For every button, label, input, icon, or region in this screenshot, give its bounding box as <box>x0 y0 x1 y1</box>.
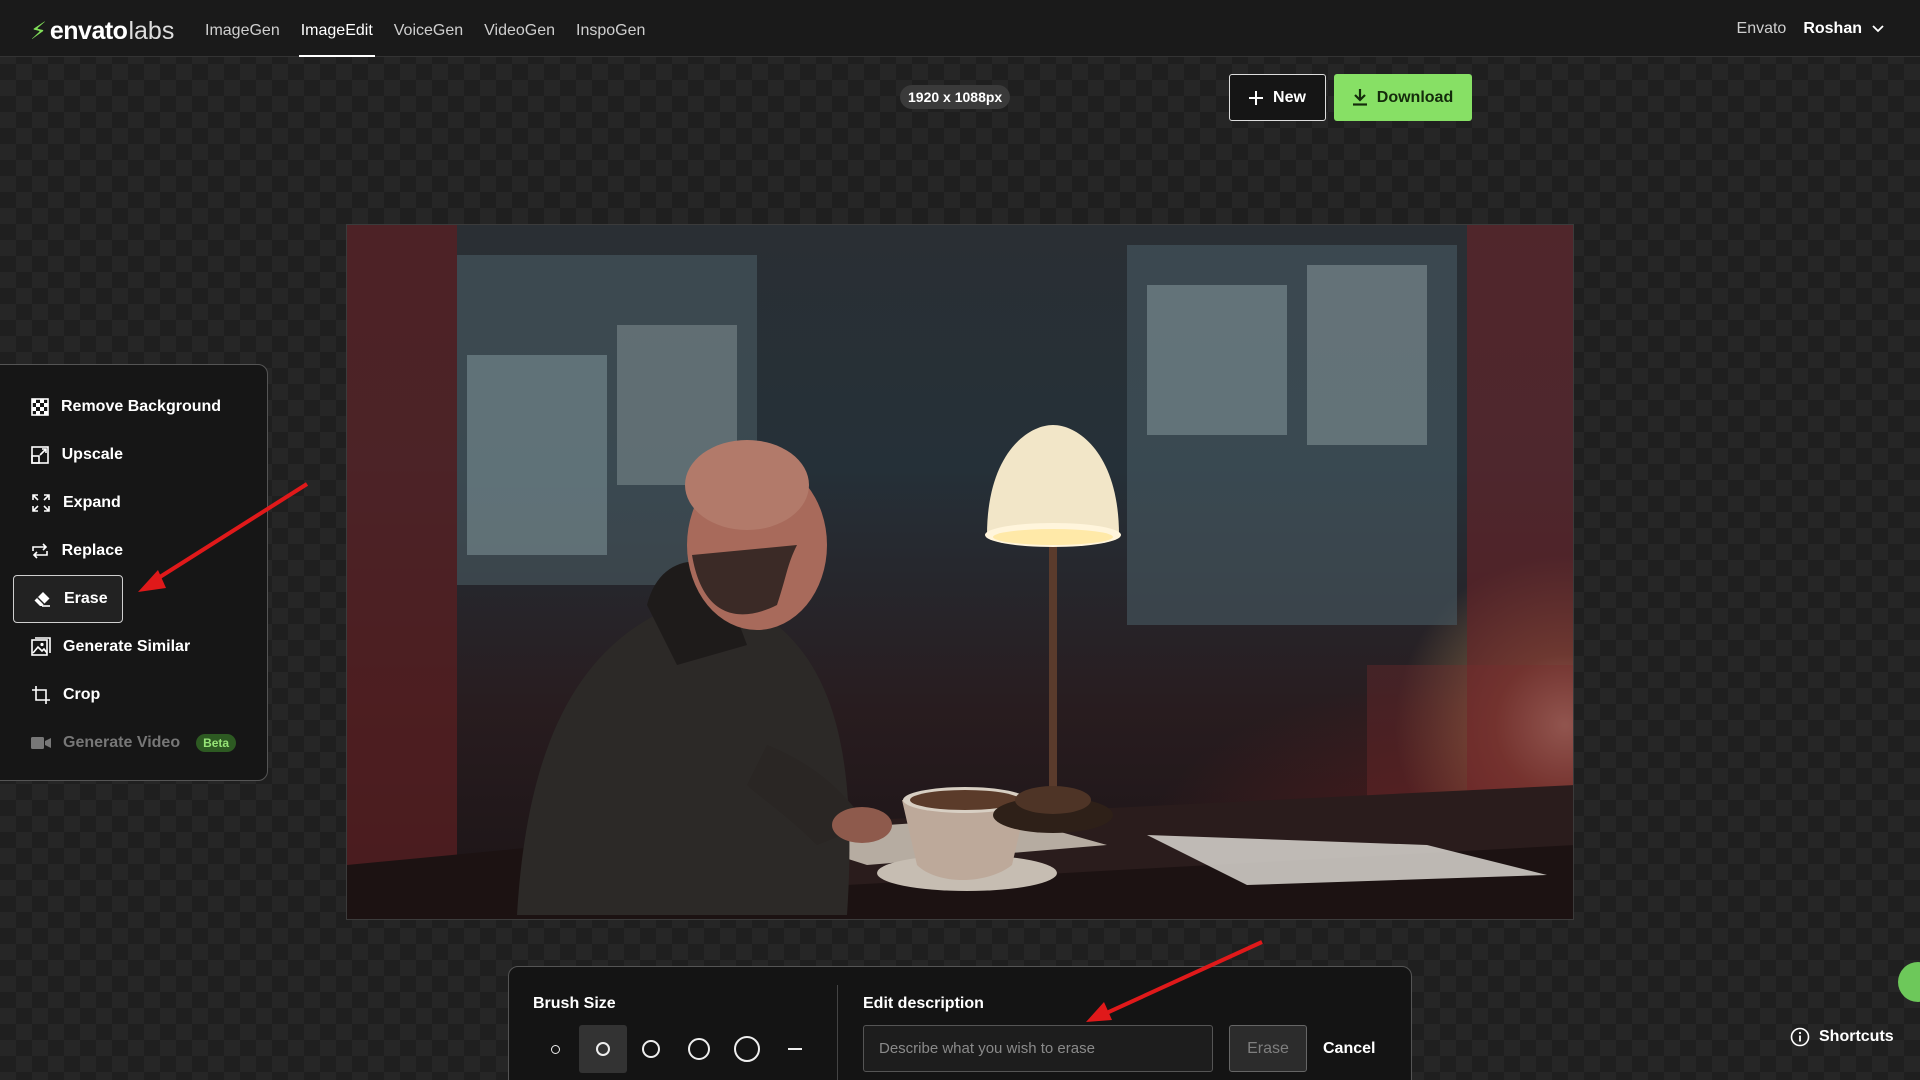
top-bar: ⚡ envato labs ImageGen ImageEdit VoiceGe… <box>0 0 1920 57</box>
nav-inspogen[interactable]: InspoGen <box>574 0 647 57</box>
shortcuts-button[interactable]: Shortcuts <box>1790 1027 1894 1047</box>
crop-icon <box>31 685 51 705</box>
checkerboard-icon <box>31 397 49 417</box>
download-button[interactable]: Download <box>1334 74 1472 121</box>
user-menu[interactable]: Roshan <box>1803 20 1884 38</box>
brush-size-xs[interactable] <box>531 1025 579 1073</box>
expand-icon <box>31 493 51 513</box>
main-nav: ImageGen ImageEdit VoiceGen VideoGen Ins… <box>203 0 647 57</box>
brush-size-label: Brush Size <box>533 995 616 1012</box>
envato-labs-logo[interactable]: ⚡ envato labs <box>30 17 174 46</box>
editable-image-canvas[interactable] <box>346 224 1574 920</box>
nav-voicegen[interactable]: VoiceGen <box>392 0 465 57</box>
nav-imagegen[interactable]: ImageGen <box>203 0 282 57</box>
erase-options-panel: Brush Size Edit description Erase Cancel <box>508 966 1412 1080</box>
tool-label: Upscale <box>61 446 123 463</box>
brush-size-xl[interactable] <box>723 1025 771 1073</box>
new-button[interactable]: New <box>1229 74 1326 121</box>
eraser-icon <box>32 589 52 609</box>
tool-label: Remove Background <box>61 398 222 415</box>
tool-label: Generate Video <box>63 734 181 751</box>
tool-label: Replace <box>61 542 123 559</box>
tool-expand[interactable]: Expand <box>13 479 123 527</box>
tool-remove-background[interactable]: Remove Background <box>13 383 221 431</box>
download-icon <box>1352 89 1367 106</box>
nav-videogen[interactable]: VideoGen <box>482 0 557 57</box>
new-button-label: New <box>1273 88 1306 106</box>
plus-icon <box>1249 90 1264 105</box>
logo-suffix: labs <box>128 17 175 45</box>
brush-size-s[interactable] <box>579 1025 627 1073</box>
brush-size-m[interactable] <box>627 1025 675 1073</box>
info-icon <box>1790 1027 1810 1047</box>
cancel-button[interactable]: Cancel <box>1323 1025 1375 1072</box>
logo-brand: envato <box>49 17 128 45</box>
tool-upscale[interactable]: Upscale <box>13 431 123 479</box>
upscale-icon <box>31 445 50 465</box>
panel-divider <box>837 985 838 1080</box>
edit-description-input[interactable] <box>863 1025 1213 1072</box>
tool-label: Crop <box>63 686 101 703</box>
image-icon <box>31 637 51 657</box>
tool-label: Expand <box>63 494 121 511</box>
tool-generate-video: Generate Video Beta <box>13 719 237 767</box>
tool-crop[interactable]: Crop <box>13 671 123 719</box>
brush-size-line[interactable] <box>771 1025 819 1073</box>
tool-generate-similar[interactable]: Generate Similar <box>13 623 190 671</box>
erase-button[interactable]: Erase <box>1229 1025 1307 1072</box>
help-chat-bubble[interactable] <box>1898 962 1920 1002</box>
photo-illustration <box>347 225 1573 919</box>
brush-size-selector <box>531 1025 819 1073</box>
envato-link[interactable]: Envato <box>1737 20 1787 38</box>
nav-imageedit[interactable]: ImageEdit <box>298 0 375 57</box>
shortcuts-label: Shortcuts <box>1819 1028 1894 1045</box>
edit-description-label: Edit description <box>863 995 984 1012</box>
edit-tools-panel: Remove Background Upscale Expand Replace… <box>0 364 268 781</box>
replace-icon <box>31 541 50 561</box>
beta-badge: Beta <box>196 734 237 752</box>
tool-replace[interactable]: Replace <box>13 527 123 575</box>
bolt-icon: ⚡ <box>30 18 47 45</box>
user-name: Roshan <box>1803 19 1862 37</box>
brush-size-l[interactable] <box>675 1025 723 1073</box>
tool-erase[interactable]: Erase <box>13 575 123 623</box>
account-area: Envato Roshan <box>1737 0 1884 57</box>
download-button-label: Download <box>1376 88 1454 106</box>
tool-label: Generate Similar <box>63 638 191 655</box>
tool-label: Erase <box>64 590 108 607</box>
video-camera-icon <box>31 733 51 753</box>
chevron-down-icon <box>1872 24 1884 32</box>
image-size-badge: 1920 x 1088px <box>900 85 1011 109</box>
